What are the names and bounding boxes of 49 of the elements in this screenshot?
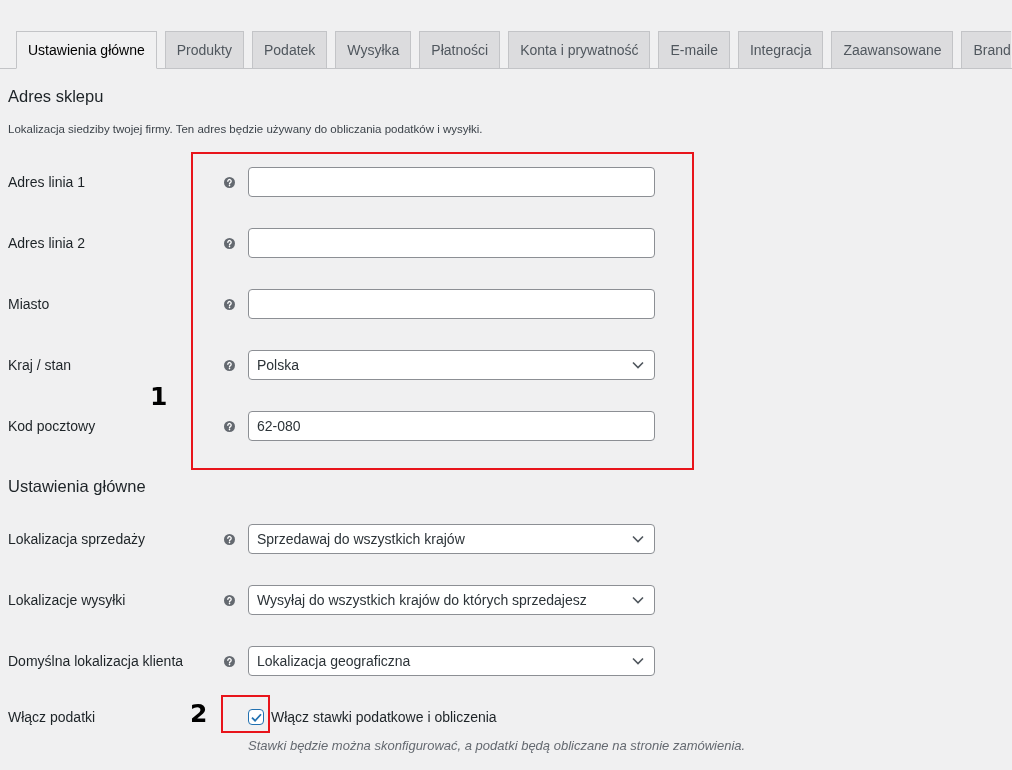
chevron-down-icon [632,657,644,665]
field-label: Kod pocztowy [8,417,96,435]
tab[interactable]: Płatności [419,31,501,69]
select-field[interactable]: Wysyłaj do wszystkich krajów do których sprzedajesz [248,585,655,615]
help-icon[interactable] [224,594,235,606]
chevron-down-icon [632,361,644,369]
field-label: Kraj / stan [8,356,72,374]
field-label: Adres linia 1 [8,173,86,191]
text-field[interactable]: 62-080 [248,411,655,441]
select-field[interactable]: Polska [248,350,655,380]
field-label: Miasto [8,295,50,313]
chevron-down-icon [632,535,644,543]
help-icon[interactable] [224,237,235,249]
tab[interactable]: Zaawansowane [831,31,954,69]
text-field[interactable] [248,289,655,319]
section-heading: Ustawienia główne [8,476,146,496]
help-icon[interactable] [224,533,235,545]
annotation-number: 1 [150,383,168,411]
help-icon[interactable] [224,176,235,188]
tab[interactable]: E-maile [658,31,730,69]
annotation-frame [221,695,270,733]
tab[interactable]: Integracja [737,31,824,69]
field-label: Lokalizacja sprzedaży [8,530,145,548]
tab[interactable]: Ustawienia główne [16,31,157,69]
field-label: Lokalizacje wysyłki [8,591,126,609]
checkbox[interactable] [248,709,264,725]
checkbox-label[interactable]: Włącz stawki podatkowe i obliczenia [271,708,497,726]
help-icon[interactable] [224,359,235,371]
text-field[interactable] [248,228,655,258]
tab[interactable]: Brand [961,31,1011,69]
help-icon[interactable] [224,420,235,432]
tab[interactable]: Konta i prywatność [508,31,651,69]
annotation-number: 2 [190,700,208,728]
field-label: Adres linia 2 [8,234,86,252]
text-field[interactable] [248,167,655,197]
field-label: Domyślna lokalizacja klienta [8,652,184,670]
tab[interactable]: Podatek [252,31,328,69]
section-description: Lokalizacja siedziby twojej firmy. Ten adres będzie używany do obliczania podatków i wysyłki. [8,122,483,136]
select-field[interactable]: Lokalizacja geograficzna [248,646,655,676]
tab[interactable]: Produkty [164,31,244,69]
field-label: Włącz podatki [8,708,96,726]
select-field[interactable]: Sprzedawaj do wszystkich krajów [248,524,655,554]
help-icon[interactable] [224,655,235,667]
tab[interactable]: Wysyłka [335,31,412,69]
chevron-down-icon [632,596,644,604]
field-description: Stawki będzie można skonfigurować, a podatki będą obliczane na stronie zamówienia. [248,737,746,755]
help-icon[interactable] [224,298,235,310]
check-icon [250,712,262,722]
section-heading: Adres sklepu [8,86,104,106]
